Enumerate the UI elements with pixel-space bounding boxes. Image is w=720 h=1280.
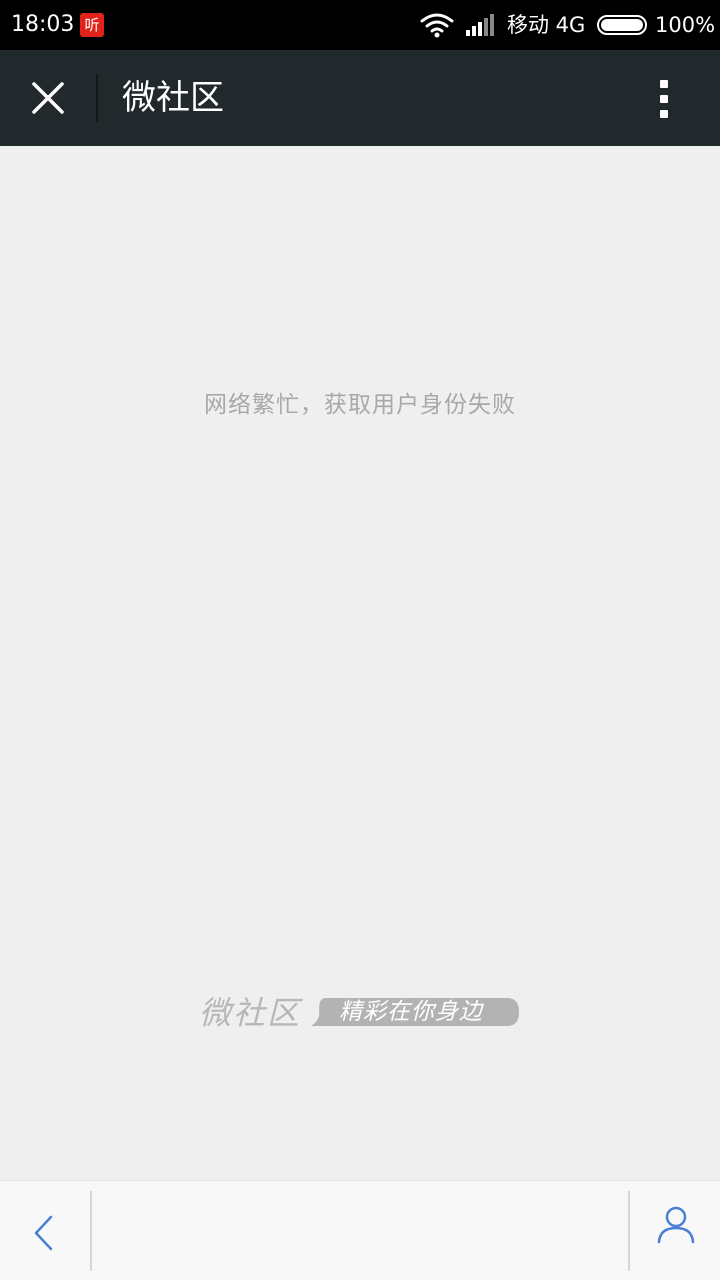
title-divider <box>96 74 98 122</box>
page-title: 微社区 <box>122 78 224 118</box>
profile-button[interactable] <box>642 1191 712 1271</box>
brand-name: 微社区 <box>199 994 302 1032</box>
status-bar: 18:03 听 移动 4G 100% <box>0 0 720 50</box>
back-button[interactable] <box>10 1181 80 1280</box>
more-vertical-icon <box>660 80 668 88</box>
wifi-icon <box>420 13 454 38</box>
more-menu-button[interactable] <box>634 68 694 128</box>
screen: 18:03 听 移动 4G 100% 微社区 网络繁忙，获取用户身份失败 微社区… <box>0 0 720 1280</box>
bottom-bar <box>0 1180 720 1280</box>
notification-app-icon: 听 <box>80 13 104 37</box>
error-message: 网络繁忙，获取用户身份失败 <box>204 392 516 418</box>
title-bar: 微社区 <box>0 50 720 146</box>
bottom-divider <box>90 1191 92 1271</box>
close-button[interactable] <box>18 68 78 128</box>
battery-percentage: 100% <box>655 13 716 37</box>
brand-logo: 微社区 精彩在你身边 <box>199 990 523 1036</box>
close-icon <box>32 82 64 114</box>
signal-icon <box>466 14 494 36</box>
carrier-label: 移动 4G <box>507 13 586 37</box>
battery-icon <box>597 15 647 35</box>
bottom-divider <box>628 1191 630 1271</box>
chevron-left-icon <box>34 1215 53 1251</box>
more-vertical-icon-dot <box>660 110 668 118</box>
brand-slogan: 精彩在你身边 <box>339 999 483 1025</box>
more-vertical-icon-dot <box>660 95 668 103</box>
user-icon <box>657 1206 695 1244</box>
status-time: 18:03 <box>11 12 75 37</box>
